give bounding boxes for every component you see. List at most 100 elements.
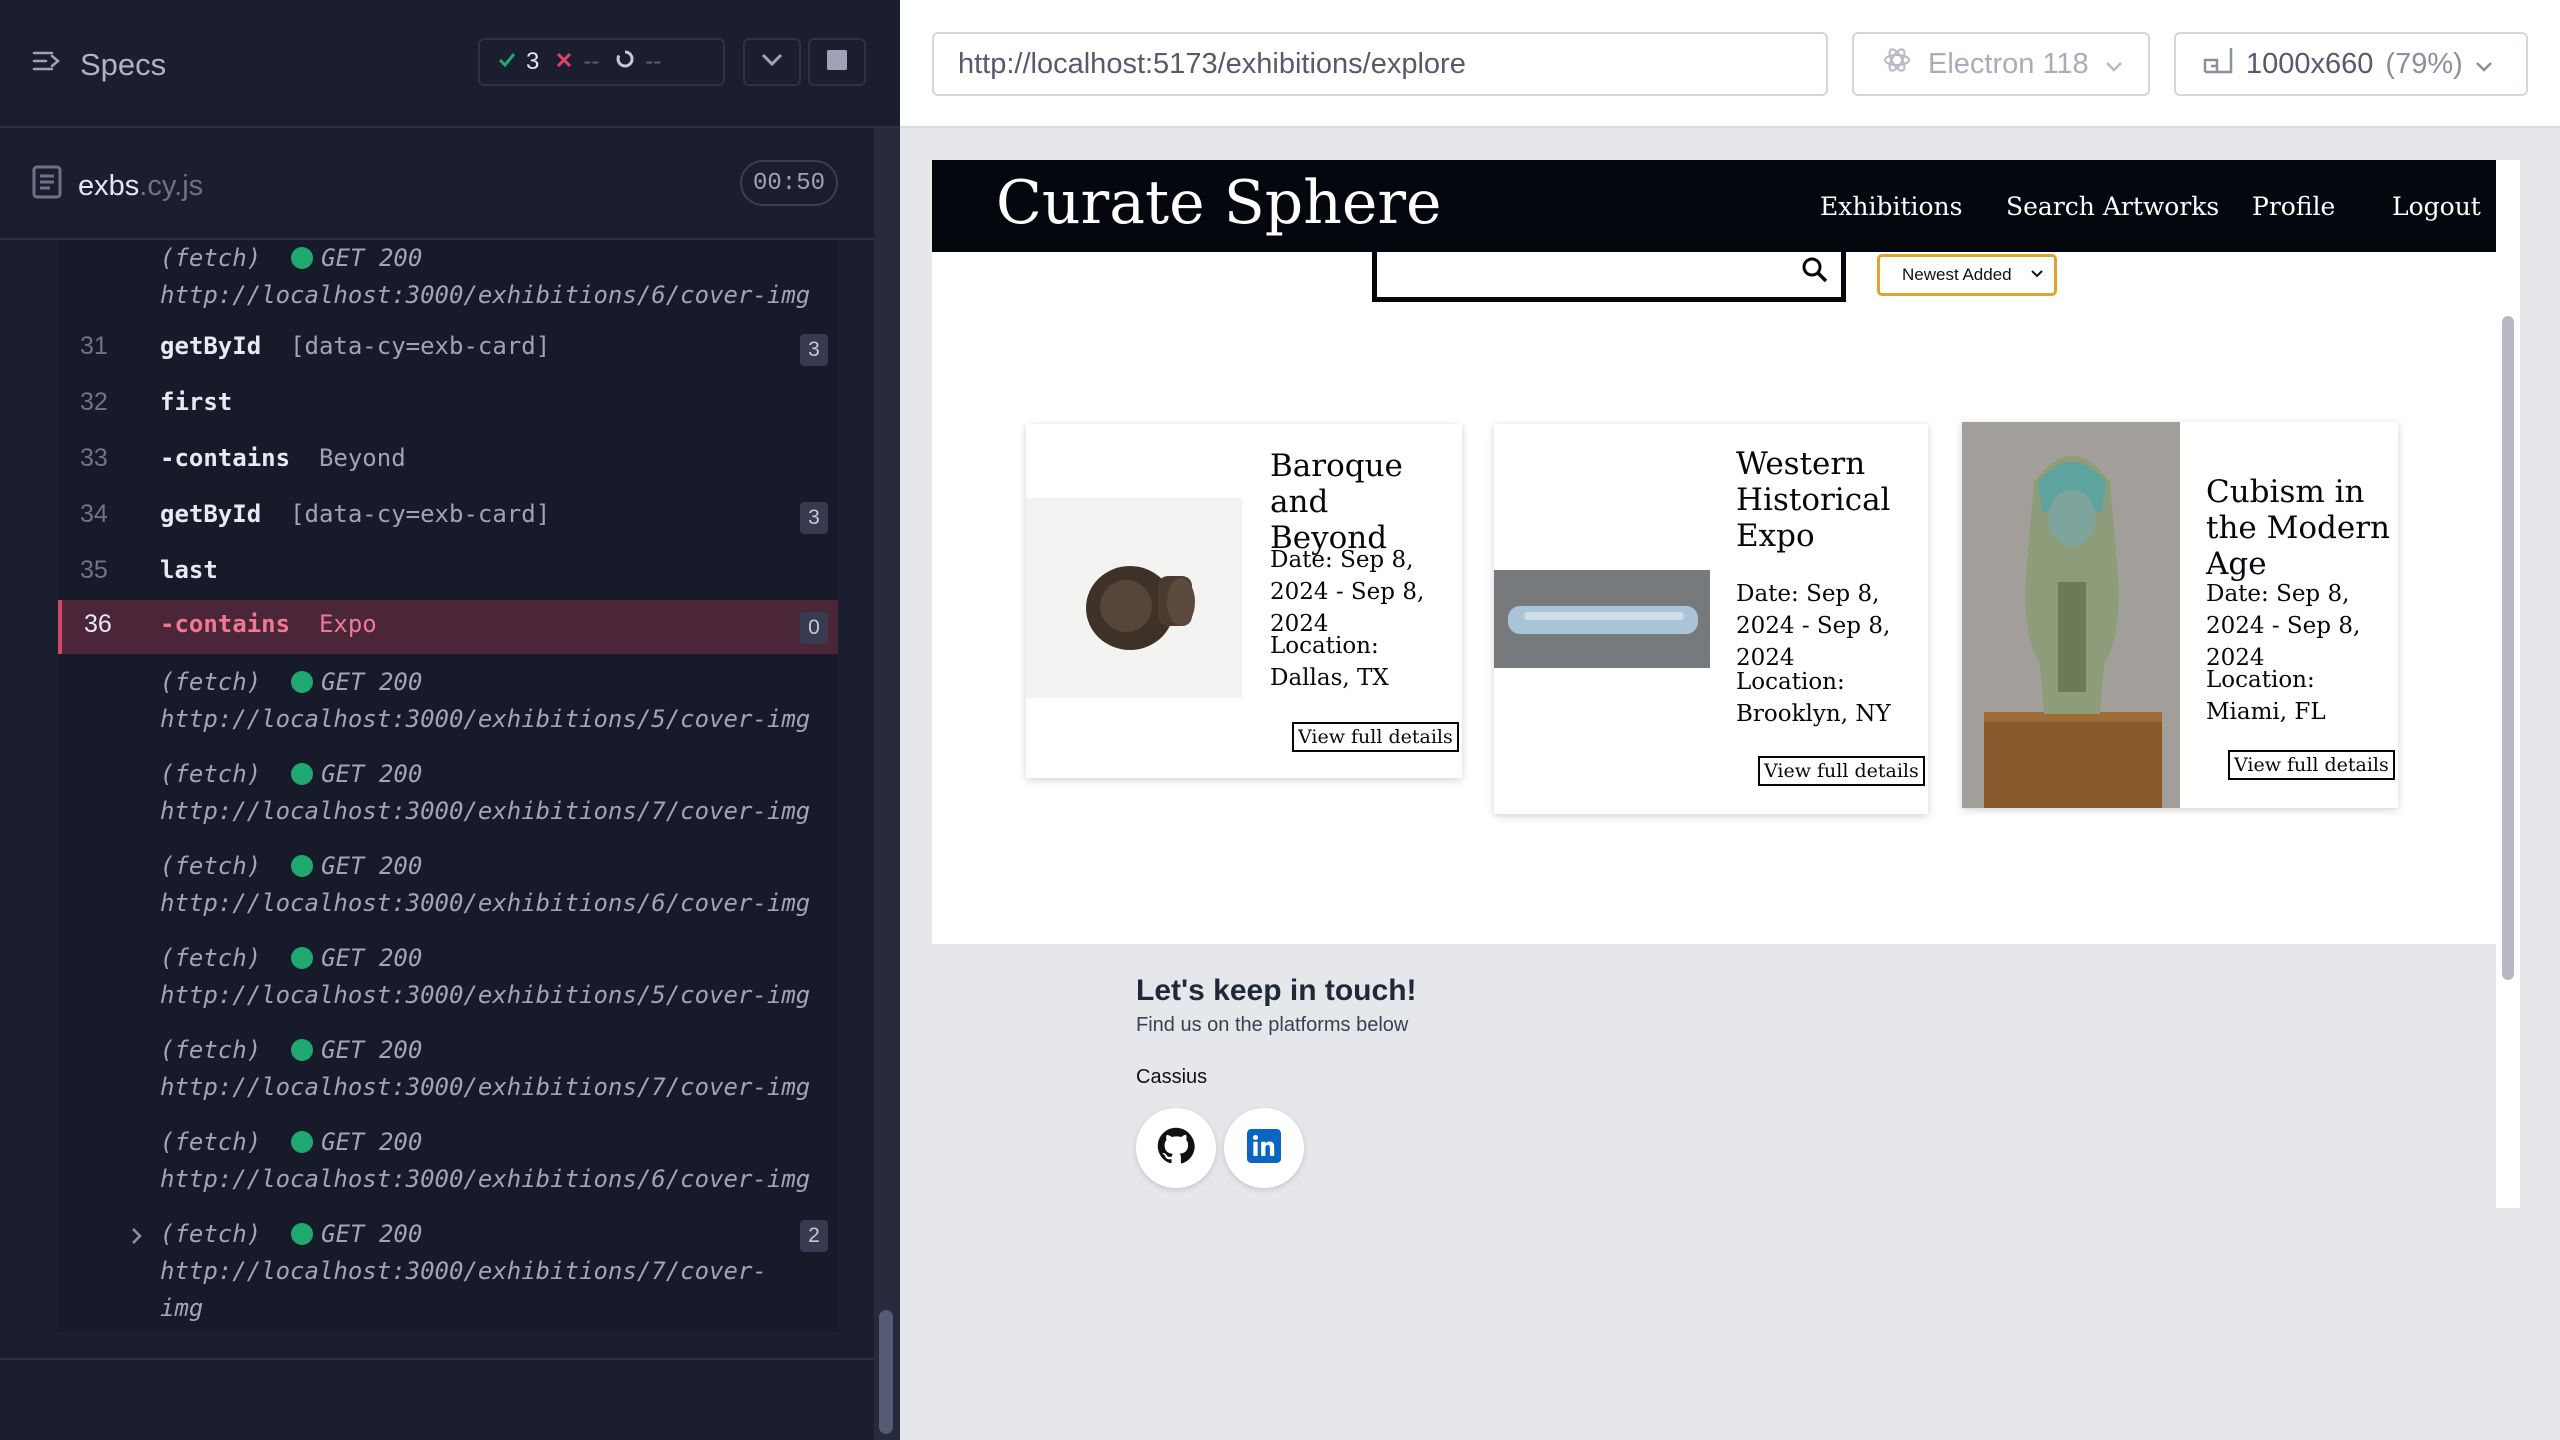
command-name: getById <box>160 332 262 360</box>
linkedin-icon <box>1247 1128 1281 1168</box>
card-date: Date: Sep 8, 2024 - Sep 8, 2024 <box>1736 581 1891 671</box>
element-count-badge: 3 <box>800 502 828 534</box>
specs-icon <box>32 46 62 84</box>
log-fetch-item[interactable]: (fetch) GET 200 http://localhost:3000/exh… <box>160 664 810 738</box>
search-input[interactable] <box>1372 252 1846 302</box>
exhibition-image <box>1494 570 1710 668</box>
browser-name: Electron 118 <box>1928 47 2089 80</box>
command-arg: Beyond <box>318 444 406 472</box>
app-under-test: Curate Sphere Exhibitions Search Artwork… <box>932 160 2496 1208</box>
fetch-label: (fetch) <box>160 1036 262 1064</box>
browser-selector[interactable]: Electron 118 <box>1852 32 2150 96</box>
status-dot <box>291 947 314 969</box>
exhibition-card[interactable]: Western Historical Expo Date: Sep 8, 202… <box>1494 424 1928 814</box>
url-bar[interactable]: http://localhost:5173/exhibitions/explor… <box>932 32 1828 96</box>
passed-stat: 3 <box>498 48 539 76</box>
fetch-status: GET 200 <box>321 852 423 880</box>
nav-profile[interactable]: Profile <box>2252 192 2335 221</box>
command-arg: Expo <box>318 610 377 638</box>
log-fetch-item[interactable]: (fetch) GET 200 http://localhost:3000/exh… <box>160 940 810 1014</box>
site-brand[interactable]: Curate Sphere <box>996 168 1442 238</box>
viewport-info[interactable]: 1000x660 (79%) <box>2174 32 2528 96</box>
command-row[interactable]: 32 first <box>58 376 838 432</box>
command-log: (fetch) GET 200 http://localhost:3000/exh… <box>58 240 838 1332</box>
sort-value: Newest Added <box>1902 265 2012 284</box>
command-row[interactable]: 35 last <box>58 544 838 600</box>
failed-count: -- <box>583 48 600 75</box>
command-number: 36 <box>84 610 112 638</box>
github-link[interactable] <box>1136 1108 1216 1188</box>
fetch-label: (fetch) <box>160 944 262 972</box>
fetch-status: GET 200 <box>321 1036 423 1064</box>
card-title: Cubism in the Modern Age <box>2206 474 2391 582</box>
fetch-url: http://localhost:3000/exhibitions/5/cove… <box>160 981 811 1009</box>
nav-exhibitions[interactable]: Exhibitions <box>1820 192 1962 221</box>
fetch-url: http://localhost:3000/exhibitions/7/cove… <box>160 797 811 825</box>
specs-label: Specs <box>80 47 167 82</box>
fetch-url: http://localhost:3000/exhibitions/7/cove… <box>160 1073 811 1101</box>
spec-file[interactable]: exbs.cy.js <box>32 165 203 207</box>
fetch-label: (fetch) <box>160 1128 262 1156</box>
linkedin-link[interactable] <box>1224 1108 1304 1188</box>
card-location: Location: Brooklyn, NY <box>1736 669 1891 727</box>
exhibition-card[interactable]: Cubism in the Modern Age Date: Sep 8, 20… <box>1962 422 2398 808</box>
pending-stat: -- <box>615 48 661 76</box>
stop-icon <box>827 49 847 75</box>
view-details-button[interactable]: View full details <box>1758 756 1925 786</box>
log-fetch-item[interactable]: (fetch) GET 200 http://localhost:3000/exh… <box>160 1124 810 1198</box>
card-location: Location: Dallas, TX <box>1270 633 1389 691</box>
status-dot <box>291 1039 314 1061</box>
fetch-status: GET 200 <box>321 1128 423 1156</box>
site-navbar: Curate Sphere Exhibitions Search Artwork… <box>932 160 2496 252</box>
aut-scrollbar[interactable] <box>2496 160 2520 1208</box>
command-number: 34 <box>80 500 108 528</box>
nav-logout[interactable]: Logout <box>2392 192 2481 221</box>
chevron-down-icon <box>761 53 783 72</box>
footer-subtitle: Find us on the platforms below <box>1136 1014 1409 1036</box>
command-number: 32 <box>80 388 108 416</box>
command-row-active[interactable]: 36 -contains Expo 0 <box>58 600 838 654</box>
element-count-badge: 3 <box>800 334 828 366</box>
specs-toggle[interactable]: Specs <box>32 46 166 84</box>
command-number: 33 <box>80 444 108 472</box>
failed-stat: -- <box>555 48 599 76</box>
fetch-label: (fetch) <box>160 668 262 696</box>
fetch-url: http://localhost:3000/exhibitions/6/cove… <box>160 1165 811 1193</box>
log-fetch-item[interactable]: (fetch) GET 200 http://localhost:3000/exh… <box>160 1032 810 1106</box>
log-scrollbar[interactable] <box>874 128 900 1440</box>
view-details-button[interactable]: View full details <box>2228 750 2395 780</box>
view-details-button[interactable]: View full details <box>1292 722 1459 752</box>
command-row[interactable]: 33 -contains Beyond <box>58 432 838 488</box>
log-fetch-item[interactable]: (fetch) GET 200 http://localhost:3000/exh… <box>160 756 810 830</box>
command-row[interactable]: 34 getById [data-cy=exb-card] 3 <box>58 488 838 544</box>
card-title: Western Historical Expo <box>1736 446 1891 554</box>
command-number: 31 <box>80 332 108 360</box>
spec-file-name: exbs <box>78 169 140 202</box>
sort-select[interactable]: Newest Added <box>1877 254 2057 296</box>
exhibition-card[interactable]: Baroque and Beyond Date: Sep 8, 2024 - S… <box>1026 424 1462 778</box>
fetch-badge-row: 2 <box>58 1216 838 1256</box>
spec-file-ext: .cy.js <box>139 169 204 202</box>
card-title: Baroque and Beyond <box>1270 448 1403 556</box>
command-row[interactable]: 31 getById [data-cy=exb-card] 3 <box>58 320 838 376</box>
check-icon <box>498 48 516 76</box>
collapse-button[interactable] <box>743 38 801 86</box>
spinner-icon <box>615 48 635 76</box>
scrollbar-thumb[interactable] <box>879 1310 893 1434</box>
file-icon <box>32 165 62 207</box>
status-dot <box>291 1131 314 1153</box>
github-icon <box>1157 1127 1195 1170</box>
log-fetch-item[interactable]: (fetch) GET 200 http://localhost:3000/exh… <box>160 848 810 922</box>
nav-search-artworks[interactable]: Search Artworks <box>2006 192 2219 221</box>
element-count-badge: 0 <box>800 612 828 644</box>
zoom-level: (79%) <box>2385 47 2463 80</box>
log-fetch-item[interactable]: (fetch) GET 200 http://localhost:3000/exh… <box>160 240 810 314</box>
command-number: 35 <box>80 556 108 584</box>
fetch-label: (fetch) <box>160 852 262 880</box>
stop-button[interactable] <box>808 38 866 86</box>
card-date: Date: Sep 8, 2024 - Sep 8, 2024 <box>1270 547 1425 637</box>
status-dot <box>291 763 314 785</box>
test-stats: 3 -- -- <box>478 38 725 86</box>
fetch-url: http://localhost:3000/exhibitions/6/cove… <box>160 889 811 917</box>
scrollbar-thumb[interactable] <box>2502 316 2514 980</box>
